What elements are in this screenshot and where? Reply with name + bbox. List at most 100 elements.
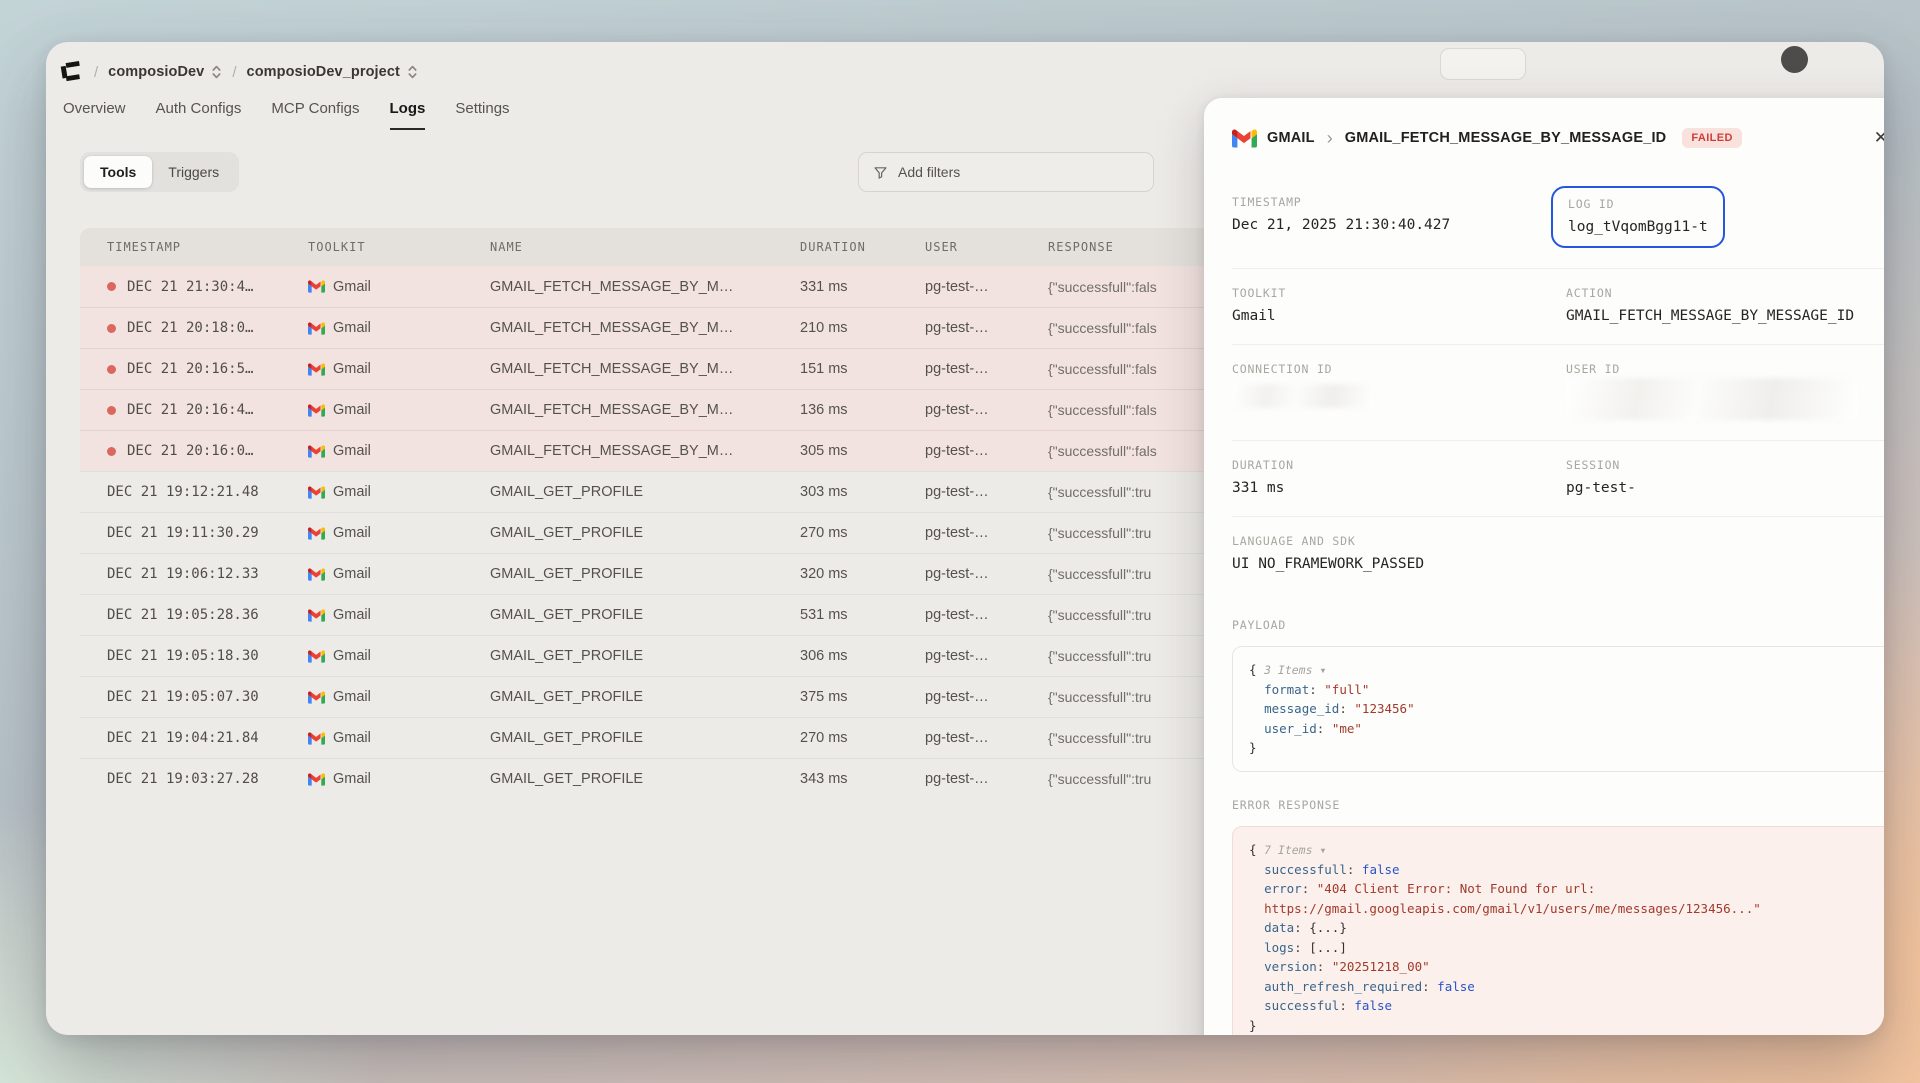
cell-user: pg-test-…: [925, 525, 1048, 541]
field-value: log_tVqomBgg11-t: [1568, 219, 1708, 235]
cell-user: pg-test-…: [925, 730, 1048, 746]
json-line: data: {...}: [1249, 918, 1877, 938]
project-selector[interactable]: composioDev_project: [247, 64, 418, 80]
close-icon[interactable]: ✕: [1868, 124, 1884, 152]
header-control-partial: [1440, 48, 1526, 80]
cell-timestamp: DEC 21 20:18:0…: [107, 320, 308, 336]
failed-status-dot-icon: [107, 447, 116, 456]
cell-toolkit: Gmail: [308, 648, 490, 664]
gmail-icon: [308, 363, 325, 376]
gmail-icon: [308, 609, 325, 622]
json-line: error: "404 Client Error: Not Found for …: [1249, 879, 1877, 899]
error-response-json-viewer[interactable]: { 7 Items ▾ successfull: false error: "4…: [1232, 826, 1884, 1035]
breadcrumb-separator: /: [232, 64, 236, 81]
cell-timestamp: DEC 21 20:16:0…: [107, 443, 308, 459]
cell-duration: 270 ms: [800, 730, 925, 746]
panel-action-name: GMAIL_FETCH_MESSAGE_BY_MESSAGE_ID: [1345, 130, 1667, 146]
tab-mcp-configs[interactable]: MCP Configs: [271, 100, 359, 130]
cell-toolkit: Gmail: [308, 730, 490, 746]
log-detail-header: GMAIL › GMAIL_FETCH_MESSAGE_BY_MESSAGE_I…: [1204, 98, 1884, 168]
cell-user: pg-test-…: [925, 771, 1048, 787]
cell-user: pg-test-…: [925, 648, 1048, 664]
cell-toolkit: Gmail: [308, 689, 490, 705]
chevron-right-icon: ›: [1325, 129, 1335, 147]
cell-toolkit: Gmail: [308, 279, 490, 295]
cell-name: GMAIL_GET_PROFILE: [490, 689, 800, 705]
log-detail-body: TIMESTAMP Dec 21, 2025 21:30:40.427 LOG …: [1204, 168, 1884, 1035]
cell-timestamp: DEC 21 19:12:21.48: [107, 484, 308, 500]
avatar[interactable]: [1781, 46, 1808, 73]
cell-duration: 210 ms: [800, 320, 925, 336]
cell-timestamp: DEC 21 19:05:18.30: [107, 648, 308, 664]
gmail-icon: [308, 650, 325, 663]
cell-timestamp: DEC 21 19:05:28.36: [107, 607, 308, 623]
project-name: composioDev_project: [247, 64, 400, 80]
cell-user: pg-test-…: [925, 279, 1048, 295]
field-value: GMAIL_FETCH_MESSAGE_BY_MESSAGE_ID: [1566, 308, 1884, 324]
cell-timestamp: DEC 21 19:06:12.33: [107, 566, 308, 582]
org-selector[interactable]: composioDev: [108, 64, 222, 80]
field-label: ACTION: [1566, 286, 1884, 300]
redacted-user-id: [1566, 378, 1858, 420]
col-header-duration: DURATION: [800, 240, 925, 254]
gmail-icon: [308, 568, 325, 581]
json-line: version: "20251218_00": [1249, 957, 1877, 977]
cell-name: GMAIL_GET_PROFILE: [490, 648, 800, 664]
toggle-triggers[interactable]: Triggers: [152, 156, 235, 188]
cell-duration: 343 ms: [800, 771, 925, 787]
json-line: user_id: "me": [1249, 719, 1877, 739]
col-header-timestamp: TIMESTAMP: [107, 240, 308, 254]
field-value: Gmail: [1232, 308, 1566, 324]
gmail-icon: [308, 280, 325, 293]
cell-timestamp: DEC 21 20:16:5…: [107, 361, 308, 377]
toggle-tools[interactable]: Tools: [84, 156, 152, 188]
payload-json-viewer[interactable]: { 3 Items ▾ format: "full" message_id: "…: [1232, 646, 1884, 772]
gmail-icon: [308, 527, 325, 540]
gmail-icon: [308, 486, 325, 499]
failed-status-dot-icon: [107, 282, 116, 291]
log-id-focus-ring[interactable]: LOG ID log_tVqomBgg11-t: [1551, 186, 1725, 248]
cell-timestamp: DEC 21 20:16:4…: [107, 402, 308, 418]
gmail-icon: [308, 404, 325, 417]
cell-toolkit: Gmail: [308, 361, 490, 377]
gmail-icon: [308, 322, 325, 335]
json-line: auth_refresh_required: false: [1249, 977, 1877, 997]
cell-user: pg-test-…: [925, 607, 1048, 623]
cell-toolkit: Gmail: [308, 607, 490, 623]
add-filters-label: Add filters: [898, 164, 960, 180]
field-label: DURATION: [1232, 458, 1566, 472]
cell-name: GMAIL_FETCH_MESSAGE_BY_M…: [490, 279, 800, 295]
field-label: USER ID: [1566, 362, 1884, 376]
tab-auth-configs[interactable]: Auth Configs: [156, 100, 242, 130]
cell-toolkit: Gmail: [308, 320, 490, 336]
cell-user: pg-test-…: [925, 443, 1048, 459]
cell-name: GMAIL_FETCH_MESSAGE_BY_M…: [490, 443, 800, 459]
status-badge: FAILED: [1682, 128, 1742, 148]
composio-logo-icon: [58, 59, 84, 85]
cell-user: pg-test-…: [925, 320, 1048, 336]
field-label: LANGUAGE AND SDK: [1232, 534, 1566, 548]
cell-duration: 320 ms: [800, 566, 925, 582]
cell-duration: 303 ms: [800, 484, 925, 500]
col-header-toolkit: TOOLKIT: [308, 240, 490, 254]
cell-toolkit: Gmail: [308, 771, 490, 787]
field-log-id: LOG ID log_tVqomBgg11-t: [1566, 195, 1884, 248]
cell-name: GMAIL_FETCH_MESSAGE_BY_M…: [490, 361, 800, 377]
field-user-id: USER ID: [1566, 362, 1884, 420]
failed-status-dot-icon: [107, 324, 116, 333]
gmail-icon: [1232, 129, 1257, 148]
tab-overview[interactable]: Overview: [63, 100, 126, 130]
field-row-timestamp-logid: TIMESTAMP Dec 21, 2025 21:30:40.427 LOG …: [1232, 178, 1884, 269]
field-duration: DURATION 331 ms: [1232, 458, 1566, 496]
failed-status-dot-icon: [107, 365, 116, 374]
add-filters-button[interactable]: Add filters: [858, 152, 1154, 192]
field-value: UI NO_FRAMEWORK_PASSED: [1232, 556, 1566, 572]
panel-toolkit-name: GMAIL: [1267, 130, 1315, 146]
redacted-connection-id: [1232, 384, 1374, 408]
gmail-icon: [308, 691, 325, 704]
cell-name: GMAIL_GET_PROFILE: [490, 730, 800, 746]
tab-settings[interactable]: Settings: [455, 100, 509, 130]
cell-name: GMAIL_FETCH_MESSAGE_BY_M…: [490, 402, 800, 418]
tab-logs[interactable]: Logs: [390, 100, 426, 130]
cell-duration: 151 ms: [800, 361, 925, 377]
